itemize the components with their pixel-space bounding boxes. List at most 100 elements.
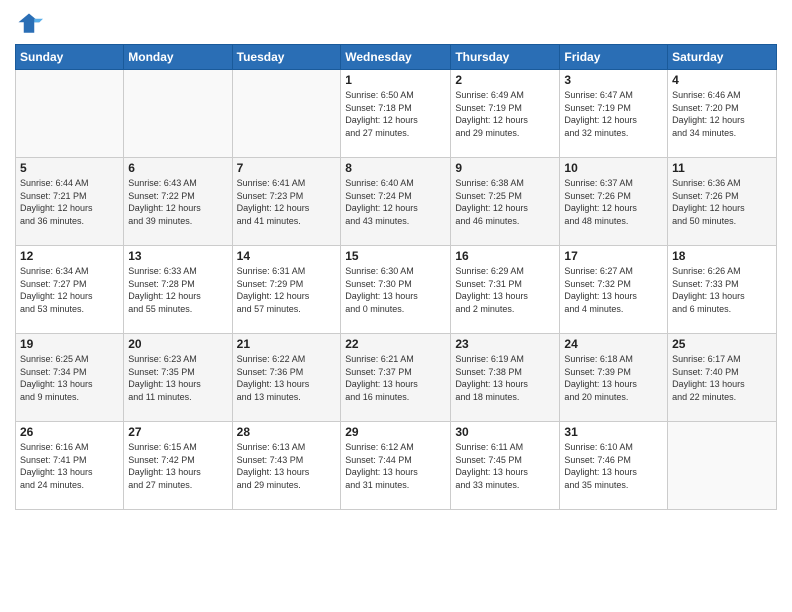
day-number: 4 <box>672 73 772 87</box>
week-row-3: 12 Sunrise: 6:34 AM Sunset: 7:27 PM Dayli… <box>16 246 777 334</box>
day-number: 26 <box>20 425 119 439</box>
day-info: Sunrise: 6:49 AM Sunset: 7:19 PM Dayligh… <box>455 89 555 139</box>
logo-icon <box>15 10 43 38</box>
day-info: Sunrise: 6:22 AM Sunset: 7:36 PM Dayligh… <box>237 353 337 403</box>
day-info: Sunrise: 6:44 AM Sunset: 7:21 PM Dayligh… <box>20 177 119 227</box>
day-info: Sunrise: 6:47 AM Sunset: 7:19 PM Dayligh… <box>564 89 663 139</box>
day-info: Sunrise: 6:12 AM Sunset: 7:44 PM Dayligh… <box>345 441 446 491</box>
calendar-cell: 28Sunrise: 6:13 AM Sunset: 7:43 PM Dayli… <box>232 422 341 510</box>
day-number: 9 <box>455 161 555 175</box>
calendar-cell: 19Sunrise: 6:25 AM Sunset: 7:34 PM Dayli… <box>16 334 124 422</box>
calendar-cell: 17 Sunrise: 6:27 AM Sunset: 7:32 PM Dayli… <box>560 246 668 334</box>
day-number: 10 <box>564 161 663 175</box>
day-info: Sunrise: 6:40 AM Sunset: 7:24 PM Dayligh… <box>345 177 446 227</box>
day-info: Sunrise: 6:27 AM Sunset: 7:32 PM Dayligh… <box>564 265 663 315</box>
day-number: 30 <box>455 425 555 439</box>
day-info: Sunrise: 6:11 AM Sunset: 7:45 PM Dayligh… <box>455 441 555 491</box>
week-row-5: 26 Sunrise: 6:16 AM Sunset: 7:41 PM Dayli… <box>16 422 777 510</box>
day-info: Sunrise: 6:17 AM Sunset: 7:40 PM Dayligh… <box>672 353 772 403</box>
calendar-cell: 5 Sunrise: 6:44 AM Sunset: 7:21 PM Daylig… <box>16 158 124 246</box>
calendar-table: SundayMondayTuesdayWednesdayThursdayFrid… <box>15 44 777 510</box>
day-info: Sunrise: 6:37 AM Sunset: 7:26 PM Dayligh… <box>564 177 663 227</box>
day-info: Sunrise: 6:38 AM Sunset: 7:25 PM Dayligh… <box>455 177 555 227</box>
calendar-cell: 20Sunrise: 6:23 AM Sunset: 7:35 PM Dayli… <box>124 334 232 422</box>
day-number: 15 <box>345 249 446 263</box>
calendar-cell <box>16 70 124 158</box>
weekday-header-row: SundayMondayTuesdayWednesdayThursdayFrid… <box>16 45 777 70</box>
calendar-cell: 16 Sunrise: 6:29 AM Sunset: 7:31 PM Dayli… <box>451 246 560 334</box>
day-number: 31 <box>564 425 663 439</box>
day-number: 3 <box>564 73 663 87</box>
calendar-cell: 21 Sunrise: 6:22 AM Sunset: 7:36 PM Dayli… <box>232 334 341 422</box>
day-number: 25 <box>672 337 772 351</box>
day-number: 8 <box>345 161 446 175</box>
calendar-cell: 14Sunrise: 6:31 AM Sunset: 7:29 PM Dayli… <box>232 246 341 334</box>
day-number: 23 <box>455 337 555 351</box>
day-info: Sunrise: 6:10 AM Sunset: 7:46 PM Dayligh… <box>564 441 663 491</box>
calendar-cell: 10 Sunrise: 6:37 AM Sunset: 7:26 PM Dayli… <box>560 158 668 246</box>
day-info: Sunrise: 6:30 AM Sunset: 7:30 PM Dayligh… <box>345 265 446 315</box>
calendar-cell: 12 Sunrise: 6:34 AM Sunset: 7:27 PM Dayli… <box>16 246 124 334</box>
week-row-4: 19Sunrise: 6:25 AM Sunset: 7:34 PM Dayli… <box>16 334 777 422</box>
day-info: Sunrise: 6:41 AM Sunset: 7:23 PM Dayligh… <box>237 177 337 227</box>
weekday-header-wednesday: Wednesday <box>341 45 451 70</box>
day-number: 16 <box>455 249 555 263</box>
day-number: 21 <box>237 337 337 351</box>
calendar-cell: 7 Sunrise: 6:41 AM Sunset: 7:23 PM Daylig… <box>232 158 341 246</box>
day-number: 22 <box>345 337 446 351</box>
day-info: Sunrise: 6:26 AM Sunset: 7:33 PM Dayligh… <box>672 265 772 315</box>
calendar-cell: 4 Sunrise: 6:46 AM Sunset: 7:20 PM Daylig… <box>668 70 777 158</box>
calendar-cell: 22 Sunrise: 6:21 AM Sunset: 7:37 PM Dayli… <box>341 334 451 422</box>
day-number: 1 <box>345 73 446 87</box>
day-info: Sunrise: 6:21 AM Sunset: 7:37 PM Dayligh… <box>345 353 446 403</box>
week-row-1: 1 Sunrise: 6:50 AM Sunset: 7:18 PM Daylig… <box>16 70 777 158</box>
day-info: Sunrise: 6:25 AM Sunset: 7:34 PM Dayligh… <box>20 353 119 403</box>
day-info: Sunrise: 6:33 AM Sunset: 7:28 PM Dayligh… <box>128 265 227 315</box>
day-info: Sunrise: 6:15 AM Sunset: 7:42 PM Dayligh… <box>128 441 227 491</box>
day-number: 17 <box>564 249 663 263</box>
calendar-cell <box>668 422 777 510</box>
day-number: 24 <box>564 337 663 351</box>
day-number: 27 <box>128 425 227 439</box>
calendar-cell: 15 Sunrise: 6:30 AM Sunset: 7:30 PM Dayli… <box>341 246 451 334</box>
calendar-cell: 23 Sunrise: 6:19 AM Sunset: 7:38 PM Dayli… <box>451 334 560 422</box>
day-info: Sunrise: 6:50 AM Sunset: 7:18 PM Dayligh… <box>345 89 446 139</box>
day-number: 5 <box>20 161 119 175</box>
logo <box>15 10 47 38</box>
day-number: 11 <box>672 161 772 175</box>
day-info: Sunrise: 6:34 AM Sunset: 7:27 PM Dayligh… <box>20 265 119 315</box>
calendar-cell: 26 Sunrise: 6:16 AM Sunset: 7:41 PM Dayli… <box>16 422 124 510</box>
weekday-header-tuesday: Tuesday <box>232 45 341 70</box>
day-info: Sunrise: 6:29 AM Sunset: 7:31 PM Dayligh… <box>455 265 555 315</box>
day-info: Sunrise: 6:18 AM Sunset: 7:39 PM Dayligh… <box>564 353 663 403</box>
calendar-cell: 1 Sunrise: 6:50 AM Sunset: 7:18 PM Daylig… <box>341 70 451 158</box>
day-number: 12 <box>20 249 119 263</box>
page: SundayMondayTuesdayWednesdayThursdayFrid… <box>0 0 792 612</box>
calendar-cell: 18 Sunrise: 6:26 AM Sunset: 7:33 PM Dayli… <box>668 246 777 334</box>
weekday-header-sunday: Sunday <box>16 45 124 70</box>
day-number: 29 <box>345 425 446 439</box>
day-info: Sunrise: 6:16 AM Sunset: 7:41 PM Dayligh… <box>20 441 119 491</box>
day-info: Sunrise: 6:23 AM Sunset: 7:35 PM Dayligh… <box>128 353 227 403</box>
calendar-cell: 2 Sunrise: 6:49 AM Sunset: 7:19 PM Daylig… <box>451 70 560 158</box>
calendar-cell: 25 Sunrise: 6:17 AM Sunset: 7:40 PM Dayli… <box>668 334 777 422</box>
weekday-header-saturday: Saturday <box>668 45 777 70</box>
header <box>15 10 777 38</box>
calendar-cell: 8 Sunrise: 6:40 AM Sunset: 7:24 PM Daylig… <box>341 158 451 246</box>
day-number: 18 <box>672 249 772 263</box>
calendar-cell: 29 Sunrise: 6:12 AM Sunset: 7:44 PM Dayli… <box>341 422 451 510</box>
weekday-header-monday: Monday <box>124 45 232 70</box>
day-info: Sunrise: 6:19 AM Sunset: 7:38 PM Dayligh… <box>455 353 555 403</box>
calendar-cell: 3 Sunrise: 6:47 AM Sunset: 7:19 PM Daylig… <box>560 70 668 158</box>
calendar-cell: 11Sunrise: 6:36 AM Sunset: 7:26 PM Dayli… <box>668 158 777 246</box>
calendar-cell <box>124 70 232 158</box>
weekday-header-friday: Friday <box>560 45 668 70</box>
week-row-2: 5 Sunrise: 6:44 AM Sunset: 7:21 PM Daylig… <box>16 158 777 246</box>
calendar-cell: 30 Sunrise: 6:11 AM Sunset: 7:45 PM Dayli… <box>451 422 560 510</box>
calendar-cell <box>232 70 341 158</box>
day-number: 2 <box>455 73 555 87</box>
day-info: Sunrise: 6:13 AM Sunset: 7:43 PM Dayligh… <box>237 441 337 491</box>
day-info: Sunrise: 6:46 AM Sunset: 7:20 PM Dayligh… <box>672 89 772 139</box>
calendar-cell: 9 Sunrise: 6:38 AM Sunset: 7:25 PM Daylig… <box>451 158 560 246</box>
day-number: 7 <box>237 161 337 175</box>
